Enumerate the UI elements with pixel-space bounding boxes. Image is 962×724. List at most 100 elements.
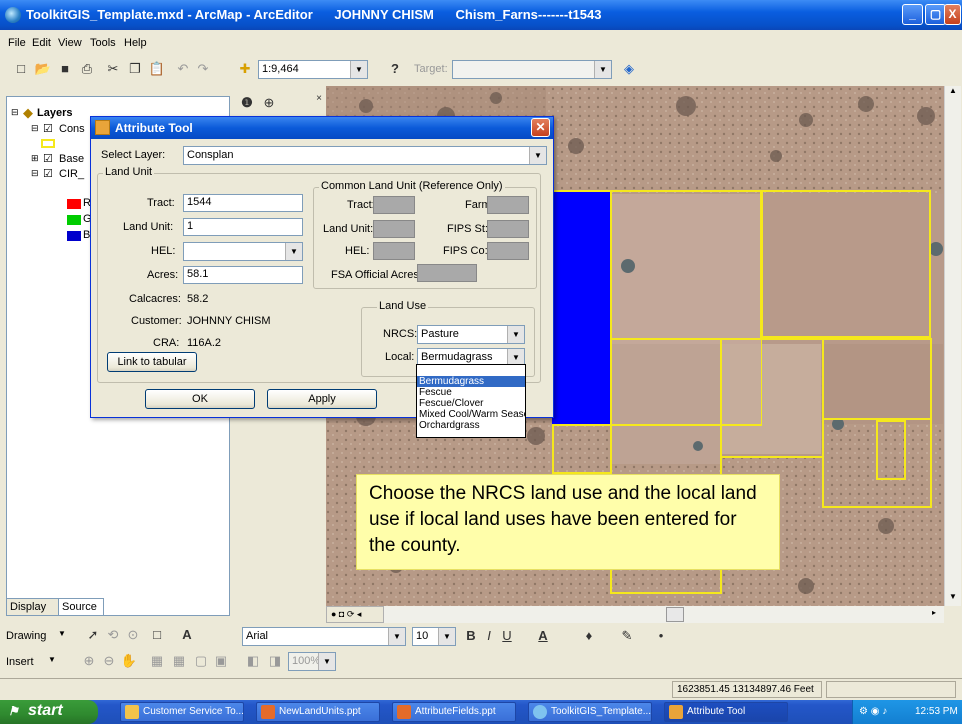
tract-label: Tract: [147,197,175,209]
maximize-button[interactable]: ▢ [925,4,946,25]
menu-help[interactable]: Help [124,37,147,49]
drawing-toolbar: Drawing ▼ ➚ ⟲ ⊙ □ A Arial ▼ 10 ▼ B I U A… [0,625,962,647]
zoom-100-icon[interactable]: ▣ [212,652,230,670]
tab-display[interactable]: Display [6,598,60,616]
tab-source[interactable]: Source [58,598,104,616]
cra-label: CRA: [153,337,180,349]
fill-color-icon[interactable]: ♦ [580,627,598,645]
select-layer-combo[interactable]: Consplan ▼ [183,146,547,165]
collapse-icon[interactable]: ⊟ [11,107,19,118]
nrcs-land-use-combo[interactable]: Pasture ▼ [417,325,525,344]
checkbox-icon[interactable]: ☑ [43,122,53,135]
drawing-menu[interactable]: Drawing [6,630,46,642]
underline-icon[interactable]: U [498,627,516,645]
toc-layer-base[interactable]: Base [59,153,84,165]
tract-input[interactable]: 1544 [183,194,303,212]
font-color-icon[interactable]: A [534,627,552,645]
italic-icon[interactable]: I [480,627,498,645]
tray-icons[interactable]: ⚙ ◉ ♪ [859,706,887,717]
taskbar-customer-service[interactable]: Customer Service To... [120,702,244,722]
checkbox-icon[interactable]: ☑ [43,167,53,180]
option-mixed-cool-warm[interactable]: Mixed Cool/Warm Seasc [417,409,525,420]
add-data-icon[interactable]: ✚ [236,60,254,78]
collapse-icon[interactable]: ⊟ [31,168,39,179]
cons-legend-swatch [41,139,55,148]
font-size-combo[interactable]: 10 ▼ [412,627,456,646]
new-text-icon[interactable]: A [178,626,196,644]
copy-icon[interactable]: ❐ [126,60,144,78]
taskbar-attribute-tool[interactable]: Attribute Tool [664,702,788,722]
select-elements-icon[interactable]: ➚ [84,626,102,644]
map-horizontal-scrollbar[interactable]: ● ◘ ⟳ ◂ ▸ [326,606,944,623]
menu-file[interactable]: File [8,37,26,49]
undo-icon[interactable]: ↶ [174,60,192,78]
dialog-close-button[interactable]: ✕ [531,118,550,137]
taskbar-attributefields[interactable]: AttributeFields.ppt [392,702,516,722]
what-is-this-icon[interactable]: ? [386,60,404,78]
menu-view[interactable]: View [58,37,82,49]
local-land-use-dropdown[interactable]: Bermudagrass Fescue Fescue/Clover Mixed … [416,364,526,438]
new-document-icon[interactable]: □ [12,60,30,78]
insert-menu[interactable]: Insert [6,656,34,668]
zoom-percent-combo[interactable]: 100% ▼ [288,652,336,671]
status-panel [826,681,956,698]
zoom-out-layout-icon[interactable]: ⊖ [100,652,118,670]
start-button[interactable]: ⚑ start [0,700,98,724]
apply-button[interactable]: Apply [267,389,377,409]
editor-toolbar-icon[interactable]: ◈ [620,60,638,78]
minimize-button[interactable]: _ [902,4,923,25]
dropdown-empty-option[interactable] [417,365,525,376]
rotate-icon[interactable]: ⟲ [104,626,122,644]
forward-extent-icon[interactable]: ◨ [266,652,284,670]
pan-layout-icon[interactable]: ✋ [120,652,138,670]
layout-view-buttons[interactable]: ● ◘ ⟳ ◂ [326,606,384,623]
toc-layer-cons[interactable]: Cons [59,123,85,135]
bold-icon[interactable]: B [462,627,480,645]
zoom-in-icon[interactable]: ⊕ [260,94,278,112]
map-vertical-scrollbar[interactable]: ▲ ▼ [944,86,961,606]
menu-edit[interactable]: Edit [32,37,51,49]
toc-layer-cir[interactable]: CIR_ [59,168,84,180]
line-color-icon[interactable]: ✎ [618,627,636,645]
collapse-icon[interactable]: ⊟ [31,123,39,134]
font-combo[interactable]: Arial ▼ [242,627,406,646]
land-unit-input[interactable]: 1 [183,218,303,236]
fixed-zoom-in-icon[interactable]: ▦ [148,652,166,670]
zoom-whole-page-icon[interactable]: ⊙ [124,626,142,644]
fixed-zoom-out-icon[interactable]: ▦ [170,652,188,670]
target-combo[interactable]: ▼ [452,60,612,79]
ok-button[interactable]: OK [145,389,255,409]
expand-icon[interactable]: ⊞ [31,153,39,164]
dialog-title: Attribute Tool [115,121,193,135]
land-unit-label: Land Unit: [123,221,174,233]
close-button[interactable]: X [944,4,961,25]
menu-tools[interactable]: Tools [90,37,116,49]
acres-input[interactable]: 58.1 [183,266,303,284]
marker-color-icon[interactable]: • [652,627,670,645]
chevron-down-icon: ▼ [58,629,66,638]
identify-icon[interactable]: ❶ [238,94,256,112]
redo-icon[interactable]: ↷ [194,60,212,78]
back-extent-icon[interactable]: ◧ [244,652,262,670]
checkbox-icon[interactable]: ☑ [43,152,53,165]
zoom-whole-icon[interactable]: ▢ [192,652,210,670]
option-bermudagrass[interactable]: Bermudagrass [417,376,525,387]
taskbar-newlandunits[interactable]: NewLandUnits.ppt [256,702,380,722]
open-folder-icon[interactable]: 📂 [34,60,52,78]
hel-combo[interactable]: ▼ [183,242,303,261]
clu-tract-label: Tract: [347,199,375,211]
option-fescue-clover[interactable]: Fescue/Clover [417,398,525,409]
zoom-in-layout-icon[interactable]: ⊕ [80,652,98,670]
print-icon[interactable]: ⎙ [78,60,96,78]
option-fescue[interactable]: Fescue [417,387,525,398]
clu-fips-co-label: FIPS Co: [443,245,488,257]
rectangle-icon[interactable]: □ [148,626,166,644]
paste-icon[interactable]: 📋 [148,60,166,78]
cut-icon[interactable]: ✂ [104,60,122,78]
save-icon[interactable]: ■ [56,60,74,78]
scale-combo[interactable]: 1:9,464 ▼ [258,60,368,79]
scroll-thumb[interactable] [666,607,684,622]
option-orchardgrass[interactable]: Orchardgrass [417,420,525,431]
link-to-tabular-button[interactable]: Link to tabular [107,352,197,372]
taskbar-toolkitgis[interactable]: ToolkitGIS_Template... [528,702,652,722]
